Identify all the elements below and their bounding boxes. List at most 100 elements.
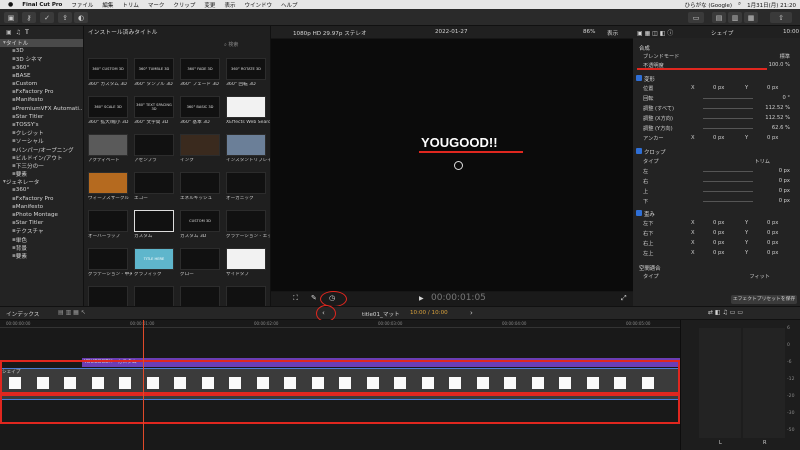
timeline-ruler[interactable]: 00:00:00:0000:00:01:0000:00:02:0000:00:0…	[0, 320, 680, 328]
ruler-tick-label[interactable]: 00:00:04:00	[502, 321, 526, 326]
sidebar-item-label[interactable]: タイトル	[6, 39, 28, 47]
sidebar-item-label[interactable]: バンパー/オープニング	[16, 146, 74, 154]
sidebar-item[interactable]: ▪ Star Titler	[0, 219, 83, 227]
sidebar-item-label[interactable]: 3D	[16, 48, 24, 54]
title-label[interactable]: グロー	[180, 272, 224, 278]
shape-frame[interactable]	[559, 377, 571, 389]
title-thumbnail[interactable]: 360° ROTATE 3D	[226, 58, 266, 80]
title-label[interactable]: エコー	[134, 196, 178, 202]
title-label[interactable]: グラデーション - 中央	[88, 272, 132, 278]
row-label[interactable]: 調整 (Y方向)	[643, 125, 673, 132]
slider[interactable]	[703, 181, 753, 182]
sidebar-item[interactable]: ▪ 360°	[0, 186, 83, 194]
meter-scale-label[interactable]: -20	[787, 394, 795, 399]
shape-frame[interactable]	[614, 377, 626, 389]
slider[interactable]	[703, 108, 753, 109]
sidebar-item[interactable]: ▪ 単色	[0, 236, 83, 244]
shape-frame[interactable]	[64, 377, 76, 389]
sidebar-item[interactable]: ▪ ビルドイン/アウト	[0, 154, 83, 162]
title-label[interactable]: エネルギッシュ	[180, 196, 224, 202]
title-label[interactable]: オーバーラップ	[88, 234, 132, 240]
title-label[interactable]: 360° 回転 3D	[226, 82, 270, 88]
inspector-row[interactable]: 右 0 px	[633, 177, 800, 186]
row-value[interactable]: 0 px	[779, 198, 790, 204]
row-label[interactable]: 上	[643, 188, 648, 195]
sidebar-item[interactable]: ▪ 要素	[0, 170, 83, 178]
row-value[interactable]: 0 °	[782, 95, 790, 101]
title-label[interactable]: 360° タンブル 3D	[134, 82, 178, 88]
shape-frame[interactable]	[229, 377, 241, 389]
view-menu[interactable]: 表示	[607, 29, 618, 37]
inspector-row[interactable]: 調整 (すべて) 112.52 %	[633, 104, 800, 113]
sidebar-item[interactable]: ▪ 3D	[0, 47, 83, 55]
title-thumbnail[interactable]	[226, 286, 266, 308]
x-label[interactable]: X	[691, 220, 695, 226]
title-thumbnail[interactable]	[88, 210, 128, 232]
sidebar-item[interactable]: ▪ BASE	[0, 72, 83, 80]
checkbox-icon[interactable]	[636, 148, 642, 154]
row-label[interactable]: 左上	[643, 250, 653, 257]
sidebar-item-label[interactable]: ビルドイン/アウト	[16, 154, 63, 162]
sidebar-item-label[interactable]: Photo Montage	[16, 212, 58, 218]
sidebar-item-label[interactable]: 単色	[16, 236, 27, 244]
inspector-row[interactable]: アンカー X 0 px Y 0 px	[633, 134, 800, 143]
title-label[interactable]: XEffects Web Search Page	[226, 120, 270, 126]
title-label[interactable]: 360° カスタム 3D	[88, 82, 132, 88]
shape-frame[interactable]	[449, 377, 461, 389]
inspector-row[interactable]: 上 0 px	[633, 187, 800, 196]
search-input[interactable]: ⌕ 検索	[224, 41, 238, 48]
shape-frame[interactable]	[9, 377, 21, 389]
x-label[interactable]: X	[691, 135, 695, 141]
x-label[interactable]: X	[691, 85, 695, 91]
row-value[interactable]: 0 px	[779, 178, 790, 184]
title-thumbnail[interactable]	[88, 172, 128, 194]
sidebar-item-label[interactable]: Star Titler	[16, 114, 44, 120]
sidebar-item[interactable]: ▪ Photo Montage	[0, 211, 83, 219]
title-thumbnail[interactable]: 360° BASIC 3D	[180, 96, 220, 118]
inspector-row[interactable]: 調整 (Y方向) 62.6 %	[633, 124, 800, 133]
title-thumbnail[interactable]	[226, 96, 266, 118]
title-thumbnail[interactable]	[88, 286, 128, 308]
sidebar-item[interactable]: ▪ ソーシャル	[0, 137, 83, 145]
sidebar-item-label[interactable]: 下三分の一	[16, 162, 44, 170]
sidebar-item-label[interactable]: Manifesto	[16, 97, 43, 103]
row-label[interactable]: 左下	[643, 220, 653, 227]
sidebar-item-label[interactable]: BASE	[16, 73, 31, 79]
title-thumbnail[interactable]	[180, 248, 220, 270]
inspector-row[interactable]: 右上 X 0 px Y 0 px	[633, 239, 800, 248]
title-thumbnail[interactable]	[134, 286, 174, 308]
title-label[interactable]: 360° 文字間 3D	[134, 120, 178, 126]
sidebar-item-label[interactable]: 360°	[16, 65, 29, 71]
shape-frame[interactable]	[174, 377, 186, 389]
meter-scale-label[interactable]: 0	[787, 343, 790, 348]
row-label[interactable]: アンカー	[643, 135, 664, 142]
tool-icon[interactable]: ✎	[311, 294, 317, 302]
shape-frame[interactable]	[476, 377, 489, 389]
inspector-row[interactable]: 右下 X 0 px Y 0 px	[633, 229, 800, 238]
meter-scale-label[interactable]: 6	[787, 326, 790, 331]
sidebar-item[interactable]: ▪ Star Titler	[0, 113, 83, 121]
title-label[interactable]: カスタム 3D	[180, 234, 224, 240]
title-label[interactable]: アセンブラ	[134, 158, 178, 164]
slider[interactable]	[703, 201, 753, 202]
y-label[interactable]: Y	[745, 85, 748, 91]
row-label[interactable]: 位置	[643, 85, 653, 92]
shape-frame[interactable]	[421, 377, 434, 389]
inspector-toggle-icon[interactable]: ▦	[744, 12, 758, 23]
sidebar-item-label[interactable]: 要素	[16, 252, 27, 260]
inspector-row[interactable]: 左下 X 0 px Y 0 px	[633, 219, 800, 228]
sidebar-item[interactable]: ▪ 360°	[0, 64, 83, 72]
sidebar-item[interactable]: ▾ タイトル	[0, 39, 83, 48]
menu-clock[interactable]: 1月31日(月) 21:20	[747, 1, 796, 9]
crop-type-select[interactable]: トリム	[754, 158, 770, 165]
ruler-tick-label[interactable]: 00:00:02:00	[254, 321, 278, 326]
sidebar-item[interactable]: ▪ TOSSY's	[0, 121, 83, 129]
menu-edit[interactable]: 編集	[102, 1, 113, 9]
x-label[interactable]: X	[691, 240, 695, 246]
title-thumbnail[interactable]	[88, 248, 128, 270]
sidebar-item[interactable]: ▪ Manifesto	[0, 96, 83, 104]
row-label[interactable]: 調整 (すべて)	[643, 105, 674, 112]
shape-frame[interactable]	[504, 377, 516, 389]
meter-scale-label[interactable]: -30	[787, 411, 795, 416]
share-icon[interactable]: ⇪	[58, 12, 72, 23]
